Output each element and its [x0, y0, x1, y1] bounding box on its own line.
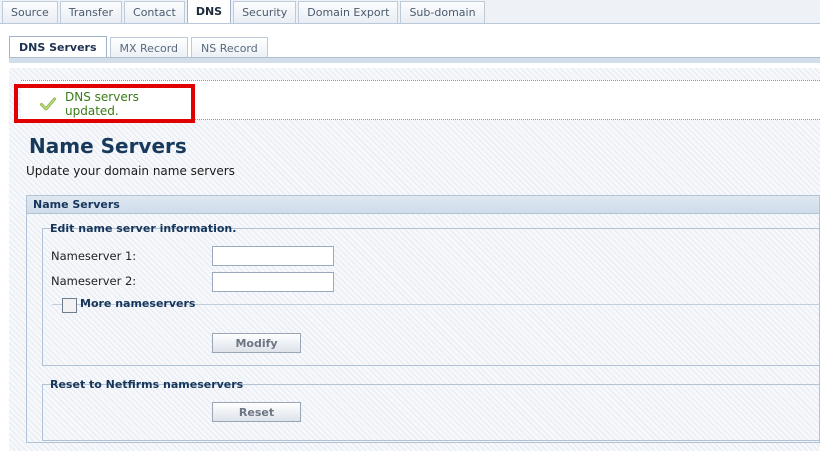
notice-message: DNS servers updated. — [65, 89, 139, 118]
check-icon — [40, 97, 56, 111]
tab-contact[interactable]: Contact — [124, 1, 185, 23]
sub-tab-bar: DNS Servers MX Record NS Record — [9, 36, 271, 58]
edit-legend: Edit name server information. — [50, 222, 237, 235]
modify-button[interactable]: Modify — [212, 333, 301, 353]
nameserver-2-input[interactable] — [212, 272, 334, 292]
section-header: Name Servers — [27, 196, 819, 214]
nameserver-1-label: Nameserver 1: — [51, 249, 137, 263]
tab-source[interactable]: Source — [2, 1, 58, 23]
subtab-dns-servers[interactable]: DNS Servers — [9, 36, 107, 58]
notice-highlight-box: DNS servers updated. — [14, 84, 195, 123]
more-nameservers-checkbox[interactable] — [62, 298, 77, 313]
tab-domain-export[interactable]: Domain Export — [298, 1, 399, 23]
page-subtitle: Update your domain name servers — [26, 164, 235, 178]
tab-dns[interactable]: DNS — [186, 0, 232, 23]
more-nameservers-label[interactable]: More nameservers — [80, 297, 195, 310]
reset-fieldset — [42, 384, 820, 441]
sub-tab-area: DNS Servers MX Record NS Record — [0, 24, 820, 68]
page-title: Name Servers — [29, 134, 187, 158]
nameserver-1-input[interactable] — [212, 246, 334, 266]
subtab-ns-record[interactable]: NS Record — [191, 37, 268, 58]
reset-button[interactable]: Reset — [212, 402, 301, 422]
subtab-mx-record[interactable]: MX Record — [109, 37, 189, 58]
sub-tab-underline — [9, 57, 820, 63]
tab-transfer[interactable]: Transfer — [59, 1, 123, 23]
tab-sub-domain[interactable]: Sub-domain — [400, 1, 485, 23]
reset-legend: Reset to Netfirms nameservers — [50, 378, 244, 391]
top-tab-bar: Source Transfer Contact DNS Security Dom… — [0, 0, 820, 24]
tab-security[interactable]: Security — [233, 1, 297, 23]
nameserver-2-label: Nameserver 2: — [51, 274, 137, 288]
